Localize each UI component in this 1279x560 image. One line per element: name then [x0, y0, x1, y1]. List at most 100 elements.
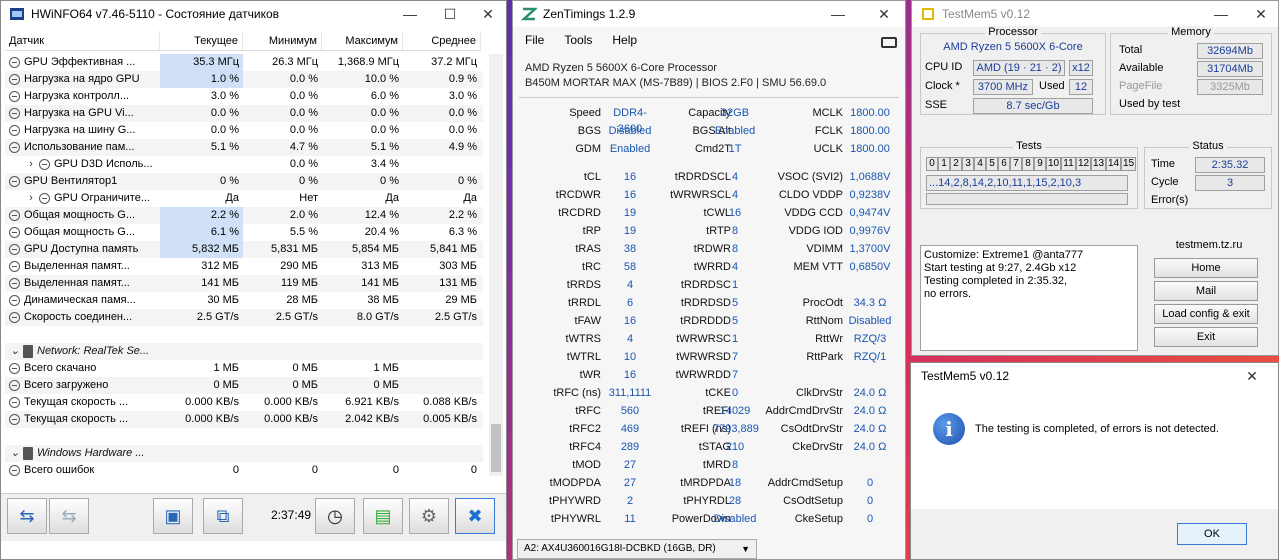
timing-value: 4	[626, 279, 634, 291]
sensor-table-header: Датчик Текущее Минимум Максимум Среднее	[5, 31, 481, 51]
clock-icon[interactable]: ◷	[315, 498, 355, 534]
screenshot-camera-icon[interactable]	[881, 37, 897, 48]
sensor-row[interactable]: Текущая скорость ... 0.000 KB/s 0.000 KB/s…	[5, 411, 483, 428]
test-cell: 5	[986, 157, 998, 171]
collapse-icon[interactable]: ⌄	[9, 445, 21, 462]
timing-label: tRC	[582, 261, 601, 273]
exit-button[interactable]: Exit	[1154, 327, 1258, 347]
sensor-row[interactable]: Текущая скорость ... 0.000 KB/s 0.000 KB/s…	[5, 394, 483, 411]
column-header-sensor[interactable]: Датчик	[5, 31, 160, 50]
value-current: 0.0 %	[210, 107, 239, 119]
value-min: 0.0 %	[289, 158, 318, 170]
nav-arrows-disabled-icon[interactable]: ⇆	[49, 498, 89, 534]
sensor-row[interactable]: Общая мощность G... 2.2 % 2.0 % 12.4 % 2.2 %	[5, 207, 483, 224]
memory-legend: Memory	[1168, 26, 1214, 38]
sensor-row[interactable]: Нагрузка на ядро GPU 1.0 % 0.0 % 10.0 % 0.9 …	[5, 71, 483, 88]
sensor-label: Текущая скорость ...	[24, 413, 129, 425]
sensor-row[interactable]: GPU Вентилятор1 0 % 0 % 0 % 0 %	[5, 173, 483, 190]
collapse-icon[interactable]: ⌄	[9, 343, 21, 360]
value-max: 20.4 %	[364, 226, 399, 238]
sensor-row[interactable]: Всего загружено 0 МБ 0 МБ 0 МБ	[5, 377, 483, 394]
minimize-icon[interactable]: —	[1202, 1, 1240, 27]
test-cell: 11	[1061, 157, 1076, 171]
sensor-label: Нагрузка контролл...	[24, 90, 130, 102]
timing-row: tRFC (ns) 311,1111 tCKE 0 ClkDrvStr 24.0 Ω	[513, 385, 905, 401]
close-icon[interactable]: ✕	[1242, 1, 1278, 27]
sensor-name-cell: ⌄ Network: RealTek Se...	[5, 343, 305, 360]
menu-tools[interactable]: Tools	[564, 33, 592, 53]
sensor-row[interactable]: Всего ошибок 0 0 0 0	[5, 462, 483, 477]
sensor-row[interactable]: Нагрузка на шину G... 0.0 % 0.0 % 0.0 % 0.0 …	[5, 122, 483, 139]
home-button[interactable]: Home	[1154, 258, 1258, 278]
column-header-max[interactable]: Максимум	[322, 31, 403, 50]
add-report-icon[interactable]: ▤	[363, 498, 403, 534]
sensor-group-row[interactable]: ⌄ Windows Hardware ...	[5, 445, 483, 462]
sensor-group-row[interactable]: ⌄ Network: RealTek Se...	[5, 343, 483, 360]
total-field: 32694Mb	[1197, 43, 1263, 59]
processor-group: Processor AMD Ryzen 5 5600X 6-Core CPU I…	[920, 26, 1106, 115]
minimize-icon[interactable]: —	[391, 1, 429, 27]
timing-row: tRFC 560 tREFI 14029 AddrCmdDrvStr 24.0 Ω	[513, 403, 905, 419]
expand-icon[interactable]: ›	[25, 156, 37, 173]
sensor-scrollbar[interactable]	[489, 54, 503, 476]
sensor-table: GPU Эффективная ... 35.3 МГц 26.3 МГц 1,368…	[5, 54, 483, 477]
monitor-icon[interactable]: ▣	[153, 498, 193, 534]
menu-help[interactable]: Help	[612, 33, 637, 53]
value-max: 0 %	[380, 175, 399, 187]
sensor-row[interactable]: Использование пам... 5.1 % 4.7 % 5.1 % 4.9 %	[5, 139, 483, 156]
sensor-row[interactable]: Нагрузка на GPU Vi... 0.0 % 0.0 % 0.0 % 0.0 …	[5, 105, 483, 122]
value-current: 0	[232, 464, 239, 476]
column-header-avg[interactable]: Среднее	[403, 31, 481, 50]
sensor-row[interactable]: GPU Эффективная ... 35.3 МГц 26.3 МГц 1,368…	[5, 54, 483, 71]
scrollbar-thumb[interactable]	[491, 424, 501, 472]
log-box[interactable]: Customize: Extreme1 @anta777 Start testi…	[920, 245, 1138, 351]
sensor-row[interactable]: GPU Доступна память 5,832 МБ 5,831 МБ 5,854…	[5, 241, 483, 258]
timing-label: CkeSetup	[794, 513, 843, 525]
module-select[interactable]: A2: AX4U360016G18I-DCBKD (16GB, DR) ▼	[517, 539, 757, 559]
sensor-row[interactable]: Выделенная памят... 141 МБ 119 МБ 141 МБ 131…	[5, 275, 483, 292]
sensor-row[interactable]: › GPU D3D Исполь... 0.0 % 3.4 %	[5, 156, 483, 173]
timing-label: tRFC2	[569, 423, 601, 435]
column-header-current[interactable]: Текущее	[160, 31, 243, 50]
timing-row: tFAW 16 tRDRDDD 5 RttNom Disabled	[513, 313, 905, 329]
sensor-icon	[9, 210, 20, 221]
value-current: 1 МБ	[213, 362, 239, 374]
maximize-icon[interactable]: ☐	[431, 1, 469, 27]
timing-value: 5	[731, 315, 739, 327]
expand-icon[interactable]: ›	[25, 190, 37, 207]
sensor-row[interactable]: Выделенная памят... 312 МБ 290 МБ 313 МБ 303…	[5, 258, 483, 275]
completion-dialog: TestMem5 v0.12 ✕ i The testing is comple…	[910, 362, 1279, 560]
close-icon[interactable]: ✕	[1233, 363, 1271, 389]
sensor-row[interactable]: Общая мощность G... 6.1 % 5.5 % 20.4 % 6.3 %	[5, 224, 483, 241]
column-header-min[interactable]: Минимум	[243, 31, 322, 50]
value-avg: 4.9 %	[448, 141, 477, 153]
settings-gear-icon[interactable]: ⚙	[409, 498, 449, 534]
sensor-row[interactable]: › GPU Ограничите... Да Нет Да Да	[5, 190, 483, 207]
menu-file[interactable]: File	[525, 33, 544, 53]
sensor-row[interactable]: Нагрузка контролл... 3.0 % 0.0 % 6.0 % 3.0 %	[5, 88, 483, 105]
timing-label: MCLK	[812, 107, 843, 119]
sensor-name-cell: ⌄ Windows Hardware ...	[5, 445, 305, 462]
close-icon[interactable]: ✕	[469, 1, 506, 27]
mail-button[interactable]: Mail	[1154, 281, 1258, 301]
value-current: 30 МБ	[207, 294, 239, 306]
network-icon[interactable]: ⧉	[203, 498, 243, 534]
nav-arrows-icon[interactable]: ⇆	[7, 498, 47, 534]
timing-value: 11	[624, 513, 636, 525]
timing-label: MEM VTT	[793, 261, 844, 273]
sensor-row[interactable]: Всего скачано 1 МБ 0 МБ 1 МБ	[5, 360, 483, 377]
dialog-message: The testing is completed, of errors is n…	[975, 423, 1219, 435]
testmem-window: TestMem5 v0.12 — ✕ Processor AMD Ryzen 5…	[911, 0, 1279, 356]
sensor-icon	[9, 108, 20, 119]
sensor-row[interactable]: Динамическая памя... 30 МБ 28 МБ 38 МБ 29 МБ	[5, 292, 483, 309]
timing-value: 8	[731, 225, 739, 237]
ok-button[interactable]: OK	[1177, 523, 1247, 545]
timing-value: 19	[623, 207, 637, 219]
load-config-exit-button[interactable]: Load config & exit	[1154, 304, 1258, 324]
close-sensors-icon[interactable]: ✖	[455, 498, 495, 534]
value-max: 3.4 %	[370, 158, 399, 170]
minimize-icon[interactable]: —	[819, 1, 857, 27]
zentimings-title: ZenTimings 1.2.9	[543, 7, 636, 21]
close-icon[interactable]: ✕	[865, 1, 903, 27]
sensor-row[interactable]: Скорость соединен... 2.5 GT/s 2.5 GT/s 8.0 …	[5, 309, 483, 326]
